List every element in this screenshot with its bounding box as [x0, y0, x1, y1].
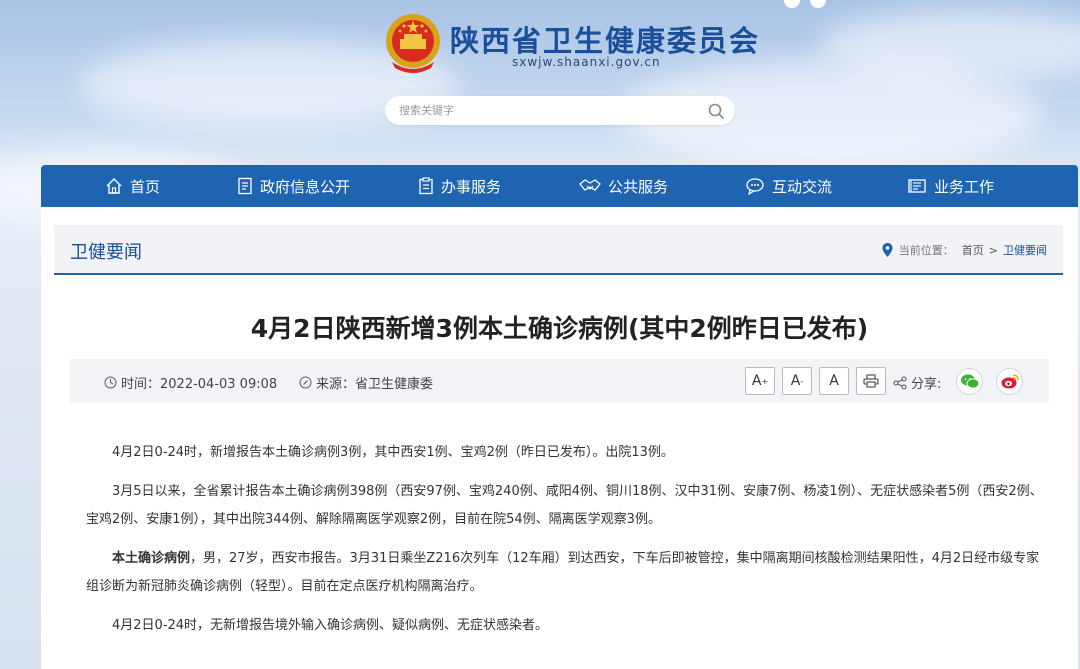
- nav-label: 政府信息公开: [260, 177, 351, 196]
- location-pin-icon: [882, 243, 893, 257]
- share-weibo-button[interactable]: [996, 368, 1023, 395]
- article-body: 4月2日0-24时，新增报告本土确诊病例3例，其中西安1例、宝鸡2例（昨日已发布…: [86, 439, 1046, 651]
- print-button[interactable]: [856, 367, 886, 395]
- breadcrumb-bar: 卫健要闻 当前位置： 首页 > 卫健要闻: [54, 225, 1063, 275]
- printer-icon: [863, 374, 879, 388]
- breadcrumb: 当前位置： 首页 > 卫健要闻: [882, 242, 1047, 258]
- article-source-text: 来源：省卫生健康委: [316, 377, 434, 392]
- wechat-icon: [960, 374, 979, 389]
- article-title: 4月2日陕西新增3例本土确诊病例(其中2例昨日已发布): [250, 314, 869, 343]
- article-paragraph: 4月2日0-24时，新增报告本土确诊病例3例，其中西安1例、宝鸡2例（昨日已发布…: [112, 445, 674, 460]
- location-label: 当前位置：: [898, 244, 954, 257]
- article-paragraph: 本土确诊病例，男，27岁，西安市报告。3月31日乘坐Z216次列车（12车厢）到…: [86, 545, 1046, 601]
- font-enlarge-button[interactable]: A +: [745, 367, 775, 395]
- content-panel: 卫健要闻 当前位置： 首页 > 卫健要闻 4月2日陕西新增3例本土确诊病例(其中…: [41, 207, 1078, 669]
- nav-item-home[interactable]: 首页: [105, 165, 160, 207]
- publish-time: 时间：2022-04-03 09:08: [104, 373, 277, 392]
- site-title: 陕西省卫生健康委员会: [450, 24, 761, 58]
- publish-time-text: 时间：2022-04-03 09:08: [121, 377, 278, 392]
- clipboard-icon: [419, 177, 433, 195]
- share-label: 分享:: [893, 373, 941, 392]
- case-label: 本土确诊病例: [112, 551, 191, 566]
- article-paragraph: 3月5日以来，全省累计报告本土确诊病例398例（西安97例、宝鸡240例、咸阳4…: [86, 484, 1043, 527]
- book-icon: [908, 179, 926, 193]
- handshake-icon: [579, 179, 601, 191]
- share-wechat-button[interactable]: [956, 368, 983, 395]
- site-url: sxwjw.shaanxi.gov.cn: [512, 55, 661, 69]
- font-shrink-button[interactable]: A-: [782, 367, 812, 395]
- nav-item-gov-info[interactable]: 政府信息公开: [237, 165, 350, 207]
- section-title: 卫健要闻: [70, 242, 142, 263]
- nav-item-public-services[interactable]: 公共服务: [579, 165, 668, 207]
- nav-label: 业务工作: [934, 177, 995, 196]
- nav-label: 办事服务: [441, 177, 502, 196]
- search-icon[interactable]: [707, 102, 725, 120]
- nav-item-services[interactable]: 办事服务: [418, 165, 501, 207]
- weibo-icon: [1001, 374, 1019, 389]
- article-paragraph: 4月2日0-24时，无新增报告境外输入确诊病例、疑似病例、无症状感染者。: [112, 618, 549, 633]
- nav-item-business[interactable]: 业务工作: [907, 165, 994, 207]
- nav-label: 首页: [130, 177, 161, 196]
- breadcrumb-current-link[interactable]: 卫健要闻: [1003, 242, 1047, 258]
- nav-item-interaction[interactable]: 互动交流: [745, 165, 832, 207]
- national-emblem-icon: [386, 14, 440, 73]
- nav-label: 互动交流: [772, 177, 833, 196]
- site-header: 陕西省卫生健康委员会 sxwjw.shaanxi.gov.cn: [0, 0, 1080, 165]
- compass-icon: [299, 376, 312, 389]
- breadcrumb-separator: >: [988, 243, 998, 257]
- search-box: [385, 96, 735, 125]
- font-reset-button[interactable]: A: [819, 367, 849, 395]
- search-input[interactable]: [399, 96, 699, 125]
- case-detail: ，男，27岁，西安市报告。3月31日乘坐Z216次列车（12车厢）到达西安，下车…: [86, 551, 1040, 594]
- breadcrumb-home-link[interactable]: 首页: [962, 242, 984, 258]
- article-meta-bar: 时间：2022-04-03 09:08 来源：省卫生健康委 A + A- A 分享…: [70, 359, 1049, 403]
- main-nav: 首页 政府信息公开 办事服务 公共服务 互动交流 业务工作: [41, 165, 1078, 207]
- chat-icon: [746, 178, 764, 195]
- document-icon: [238, 177, 252, 195]
- share-icon: [893, 375, 907, 390]
- nav-label: 公共服务: [608, 177, 669, 196]
- share-text: 分享:: [911, 377, 942, 392]
- article-source: 来源：省卫生健康委: [299, 373, 433, 392]
- home-icon: [106, 178, 122, 194]
- clock-icon: [104, 376, 117, 389]
